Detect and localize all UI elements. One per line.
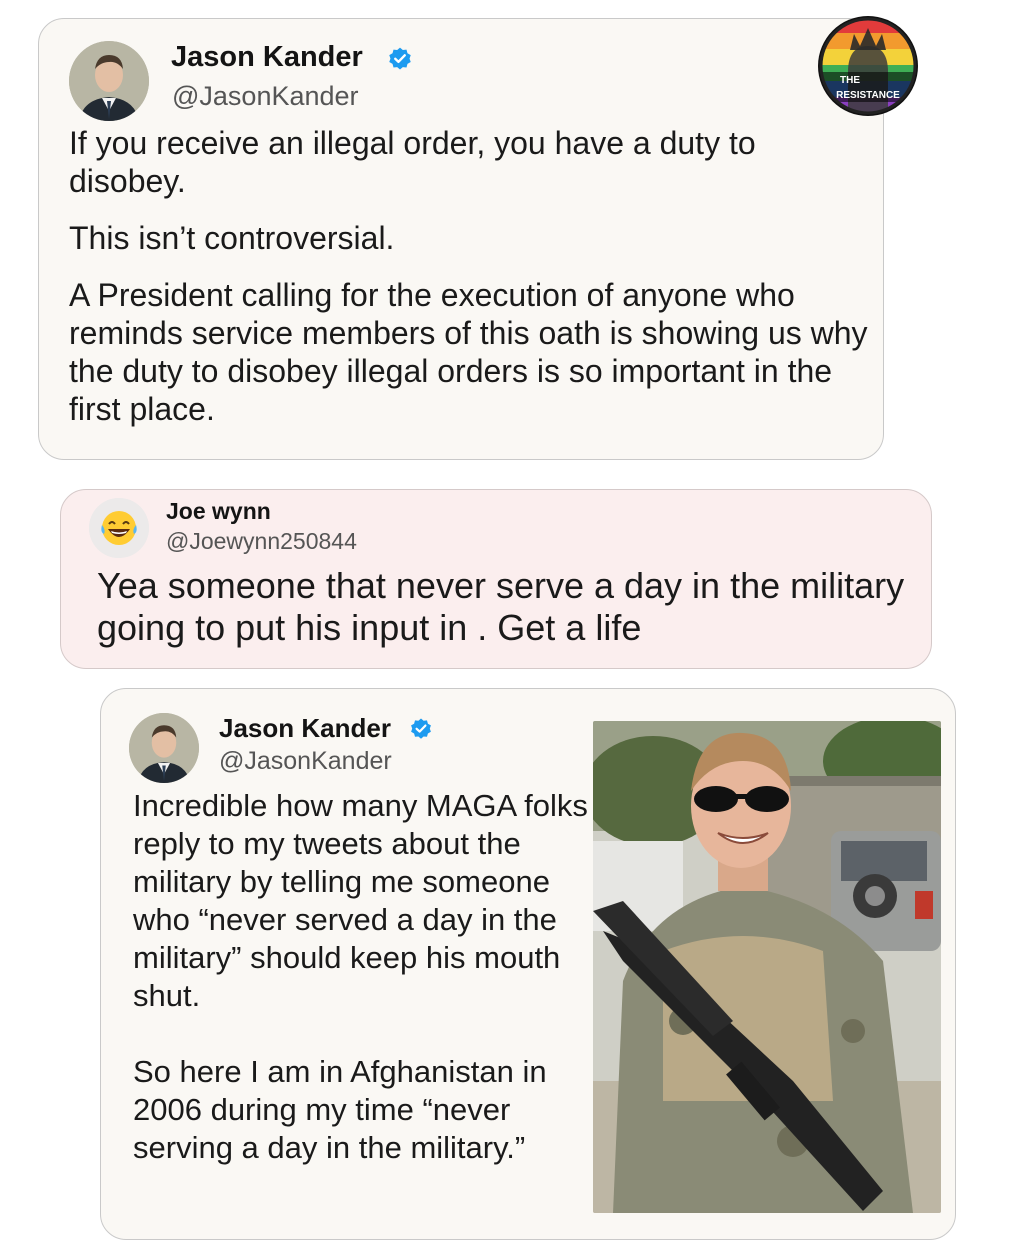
author-handle[interactable]: @JasonKander <box>172 81 359 112</box>
author-handle[interactable]: @JasonKander <box>219 747 392 776</box>
tweet-text-paragraph: So here I am in Afghanistan in 2006 duri… <box>133 1054 547 1165</box>
verified-badge-icon <box>389 47 411 70</box>
tweet-text-paragraph: A President calling for the execution of… <box>69 277 868 427</box>
author-name[interactable]: Joe wynn <box>166 498 271 525</box>
verified-badge-icon <box>411 718 431 739</box>
soldier-photo[interactable] <box>593 721 941 1213</box>
tweet-text-paragraph: Incredible how many MAGA folks reply to … <box>133 788 588 1013</box>
author-name[interactable]: Jason Kander <box>171 41 363 74</box>
laughing-emoji-icon[interactable] <box>89 498 149 558</box>
tweet-card-response[interactable]: Jason Kander @JasonKander Incredible how… <box>100 688 956 1240</box>
tweet-card-original[interactable]: Jason Kander @JasonKander If you receive… <box>38 18 884 460</box>
author-avatar[interactable] <box>69 41 149 121</box>
badge-text-line2: RESISTANCE <box>836 90 900 101</box>
tweet-card-reply[interactable]: Joe wynn @Joewynn250844 Yea someone that… <box>60 489 932 669</box>
tweet-text: Yea someone that never serve a day in th… <box>97 565 905 648</box>
author-avatar[interactable] <box>129 713 199 783</box>
badge-text-line1: THE <box>840 75 860 86</box>
resistance-logo-badge: THE RESISTANCE <box>818 16 918 116</box>
tweet-text-paragraph: If you receive an illegal order, you hav… <box>69 125 756 199</box>
author-handle[interactable]: @Joewynn250844 <box>166 528 357 555</box>
tweet-text-paragraph: This isn’t controversial. <box>69 220 395 256</box>
author-name[interactable]: Jason Kander <box>219 713 391 744</box>
